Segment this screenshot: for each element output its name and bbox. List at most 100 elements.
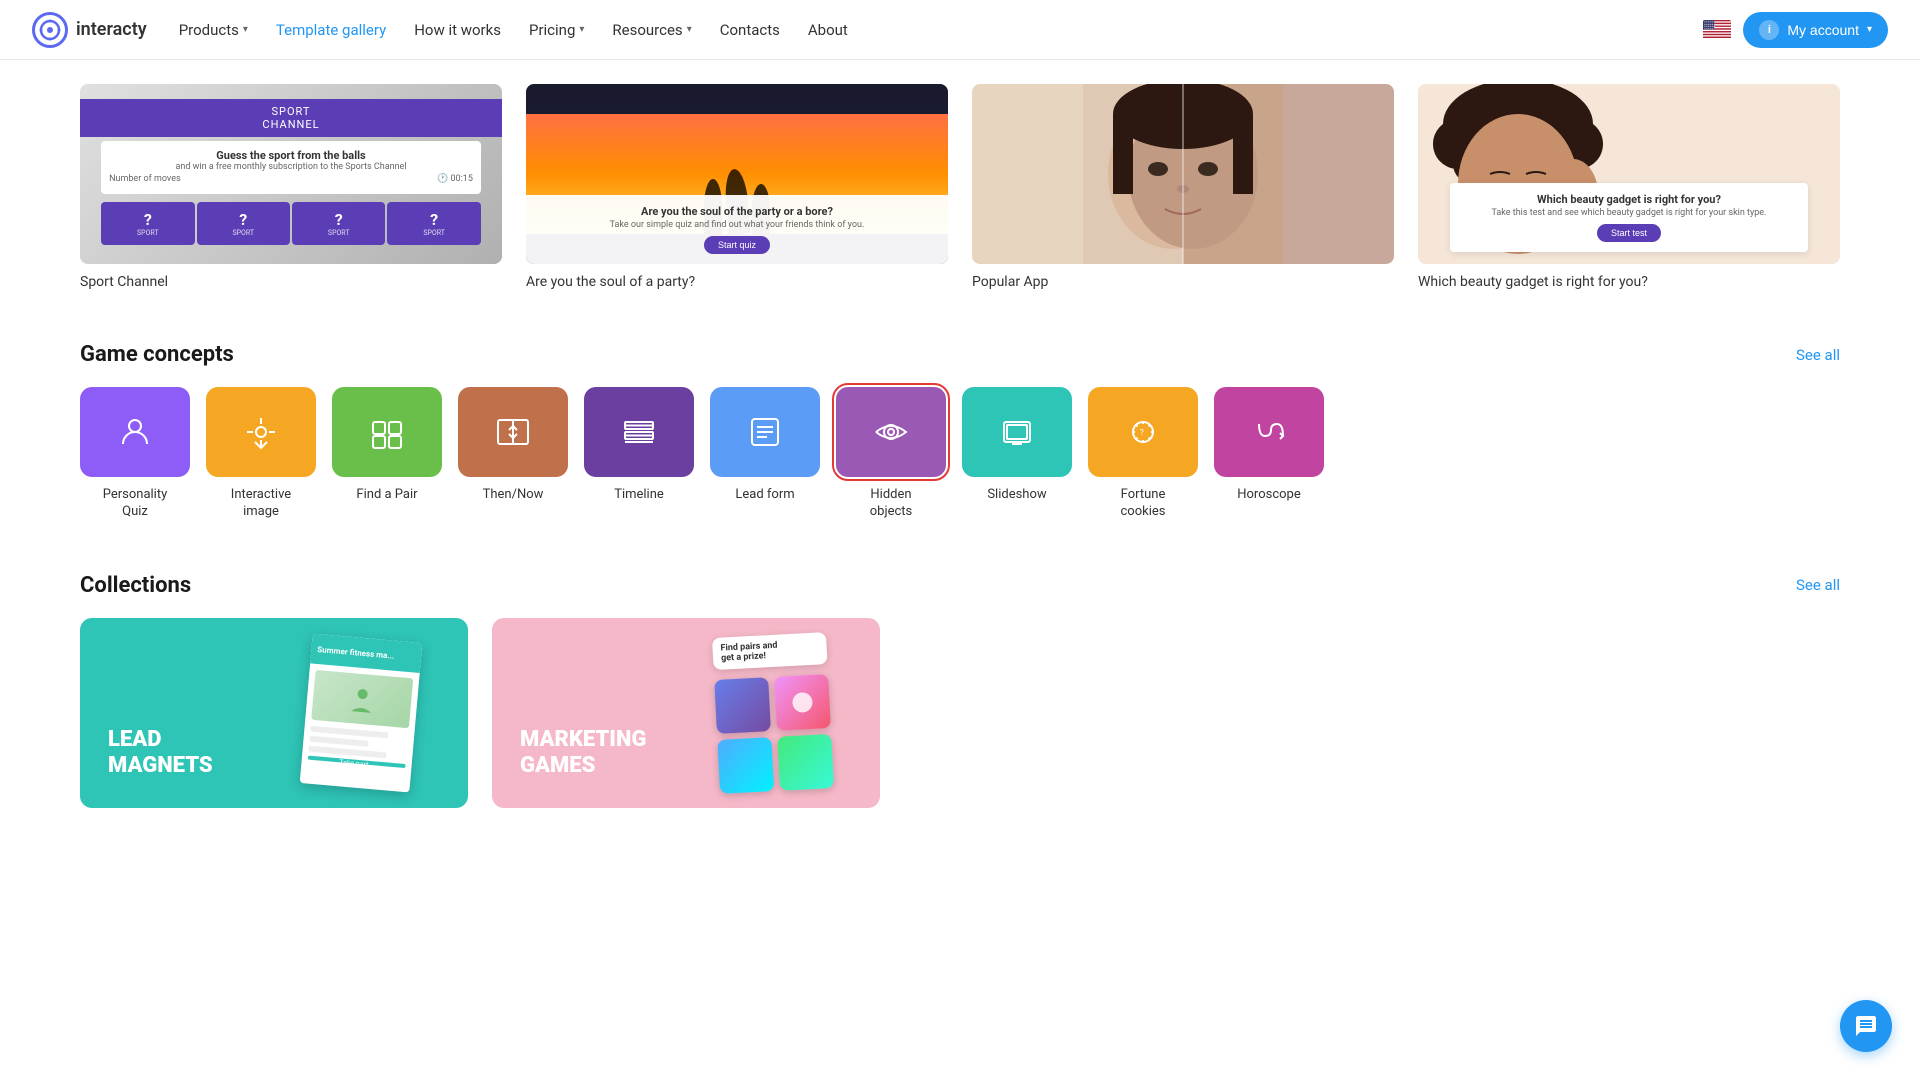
featured-card-popular-title: Popular App bbox=[972, 274, 1394, 290]
sport-tile: ? SPORT bbox=[387, 202, 480, 245]
collection-marketing-games-deco: Find pairs andget a prize! bbox=[667, 618, 880, 808]
game-label-lead-form: Lead form bbox=[735, 487, 794, 504]
game-item-hidden-objects[interactable]: Hiddenobjects bbox=[836, 387, 946, 521]
game-label-slideshow: Slideshow bbox=[987, 487, 1046, 504]
nav-link-pricing[interactable]: Pricing ▾ bbox=[529, 21, 584, 39]
game-label-fortune-cookies: Fortunecookies bbox=[1121, 487, 1166, 521]
navbar-left: interacty Products ▾ Template gallery Ho… bbox=[32, 12, 848, 48]
collections-header: Collections See all bbox=[80, 573, 1840, 598]
featured-card-sport-title: Sport Channel bbox=[80, 274, 502, 290]
sport-banner: SPORT channel bbox=[80, 99, 502, 137]
collection-lead-magnets-deco: Summer fitness ma... bbox=[255, 618, 468, 808]
game-icon-hidden-objects bbox=[836, 387, 946, 477]
game-label-timeline: Timeline bbox=[614, 487, 664, 504]
nav-links: Products ▾ Template gallery How it works… bbox=[179, 21, 848, 39]
my-account-button[interactable]: i My account ▾ bbox=[1743, 12, 1888, 48]
game-mock-card bbox=[778, 734, 835, 791]
chevron-down-icon: ▾ bbox=[579, 24, 584, 35]
game-label-interactive-image: Interactiveimage bbox=[231, 487, 291, 521]
featured-card-party[interactable]: Are you the soul of the party or a bore?… bbox=[526, 84, 948, 290]
game-item-personality-quiz[interactable]: PersonalityQuiz bbox=[80, 387, 190, 521]
game-item-fortune-cookies[interactable]: ? Fortunecookies bbox=[1088, 387, 1198, 521]
game-cards-mock: Find pairs andget a prize! bbox=[712, 632, 834, 794]
language-flag[interactable]: ★★★★★★ ★★★★★ ★★★★★★ ★★★★★ bbox=[1703, 20, 1731, 40]
game-concepts-see-all[interactable]: See all bbox=[1796, 346, 1840, 364]
sport-content: Guess the sport from the balls and win a… bbox=[101, 141, 481, 194]
magazine-mock: Summer fitness ma... bbox=[300, 633, 423, 792]
game-mock-card bbox=[714, 677, 771, 734]
navbar-right: ★★★★★★ ★★★★★ ★★★★★★ ★★★★★ i My account ▾ bbox=[1703, 12, 1888, 48]
info-icon: i bbox=[1759, 20, 1779, 40]
game-label-then-now: Then/Now bbox=[483, 487, 544, 504]
game-label-find-pair: Find a Pair bbox=[356, 487, 417, 504]
logo[interactable]: interacty bbox=[32, 12, 147, 48]
nav-link-about[interactable]: About bbox=[808, 21, 848, 39]
featured-row: SPORT channel Guess the sport from the b… bbox=[80, 60, 1840, 322]
main-content: SPORT channel Guess the sport from the b… bbox=[0, 60, 1920, 840]
collections-grid: LEADMAGNETS Summer fitness ma... bbox=[80, 618, 880, 808]
chevron-down-icon: ▾ bbox=[1867, 24, 1872, 35]
game-item-then-now[interactable]: Then/Now bbox=[458, 387, 568, 521]
chevron-down-icon: ▾ bbox=[243, 24, 248, 35]
game-label-horoscope: Horoscope bbox=[1237, 487, 1301, 504]
featured-card-party-img: Are you the soul of the party or a bore?… bbox=[526, 84, 948, 264]
nav-link-products[interactable]: Products ▾ bbox=[179, 21, 248, 39]
game-icon-interactive-image bbox=[206, 387, 316, 477]
game-concepts-header: Game concepts See all bbox=[80, 342, 1840, 367]
chevron-down-icon: ▾ bbox=[687, 24, 692, 35]
beauty-start-button[interactable]: Start test bbox=[1597, 224, 1661, 242]
game-concepts-title: Game concepts bbox=[80, 342, 234, 367]
collections-see-all[interactable]: See all bbox=[1796, 576, 1840, 594]
nav-link-contacts[interactable]: Contacts bbox=[720, 21, 780, 39]
game-icon-fortune-cookies: ? bbox=[1088, 387, 1198, 477]
featured-card-sport[interactable]: SPORT channel Guess the sport from the b… bbox=[80, 84, 502, 290]
game-grid: PersonalityQuiz Interactiveimage bbox=[80, 387, 1840, 521]
sport-grid: ? SPORT ? SPORT ? SPORT ? bbox=[101, 198, 481, 249]
collection-lead-magnets-text: LEADMAGNETS bbox=[108, 727, 213, 780]
featured-card-beauty-img: Which beauty gadget is right for you? Ta… bbox=[1418, 84, 1840, 264]
game-icon-find-pair bbox=[332, 387, 442, 477]
collection-marketing-games[interactable]: MARKETINGGAMES Find pairs andget a prize… bbox=[492, 618, 880, 808]
featured-card-popular[interactable]: Popular App bbox=[972, 84, 1394, 290]
game-item-timeline[interactable]: Timeline bbox=[584, 387, 694, 521]
game-item-lead-form[interactable]: Lead form bbox=[710, 387, 820, 521]
svg-text:★★★★★: ★★★★★ bbox=[1704, 27, 1714, 30]
game-icon-horoscope bbox=[1214, 387, 1324, 477]
party-start-button[interactable]: Start quiz bbox=[704, 236, 770, 254]
sport-tile: ? SPORT bbox=[197, 202, 290, 245]
featured-card-sport-img: SPORT channel Guess the sport from the b… bbox=[80, 84, 502, 264]
game-concepts-section: Game concepts See all PersonalityQuiz bbox=[80, 322, 1840, 553]
sport-tile: ? SPORT bbox=[292, 202, 385, 245]
game-label-hidden-objects: Hiddenobjects bbox=[870, 487, 913, 521]
beauty-overlay: Which beauty gadget is right for you? Ta… bbox=[1450, 183, 1809, 252]
logo-icon bbox=[32, 12, 68, 48]
game-icon-lead-form bbox=[710, 387, 820, 477]
portrait-bg bbox=[972, 84, 1394, 264]
featured-card-party-title: Are you the soul of a party? bbox=[526, 274, 948, 290]
nav-link-how-it-works[interactable]: How it works bbox=[414, 21, 501, 39]
svg-text:?: ? bbox=[1140, 428, 1144, 437]
chat-button[interactable] bbox=[1840, 1000, 1892, 1052]
featured-card-popular-img bbox=[972, 84, 1394, 264]
game-icon-timeline bbox=[584, 387, 694, 477]
nav-link-resources[interactable]: Resources ▾ bbox=[612, 21, 691, 39]
featured-card-beauty[interactable]: Which beauty gadget is right for you? Ta… bbox=[1418, 84, 1840, 290]
sport-tile: ? SPORT bbox=[101, 202, 194, 245]
game-item-find-pair[interactable]: Find a Pair bbox=[332, 387, 442, 521]
game-icon-personality-quiz bbox=[80, 387, 190, 477]
game-item-horoscope[interactable]: Horoscope bbox=[1214, 387, 1324, 521]
nav-link-template-gallery[interactable]: Template gallery bbox=[276, 21, 386, 39]
logo-text: interacty bbox=[76, 19, 147, 40]
beauty-portrait-bg: Which beauty gadget is right for you? Ta… bbox=[1418, 84, 1840, 264]
game-label-personality-quiz: PersonalityQuiz bbox=[103, 487, 168, 521]
game-mock-card bbox=[774, 674, 831, 731]
collection-marketing-games-text: MARKETINGGAMES bbox=[520, 727, 646, 780]
featured-card-beauty-title: Which beauty gadget is right for you? bbox=[1418, 274, 1840, 290]
collection-lead-magnets[interactable]: LEADMAGNETS Summer fitness ma... bbox=[80, 618, 468, 808]
game-item-slideshow[interactable]: Slideshow bbox=[962, 387, 1072, 521]
collections-title: Collections bbox=[80, 573, 191, 598]
game-icon-slideshow bbox=[962, 387, 1072, 477]
navbar: interacty Products ▾ Template gallery Ho… bbox=[0, 0, 1920, 60]
party-overlay: Are you the soul of the party or a bore?… bbox=[526, 195, 948, 264]
game-item-interactive-image[interactable]: Interactiveimage bbox=[206, 387, 316, 521]
